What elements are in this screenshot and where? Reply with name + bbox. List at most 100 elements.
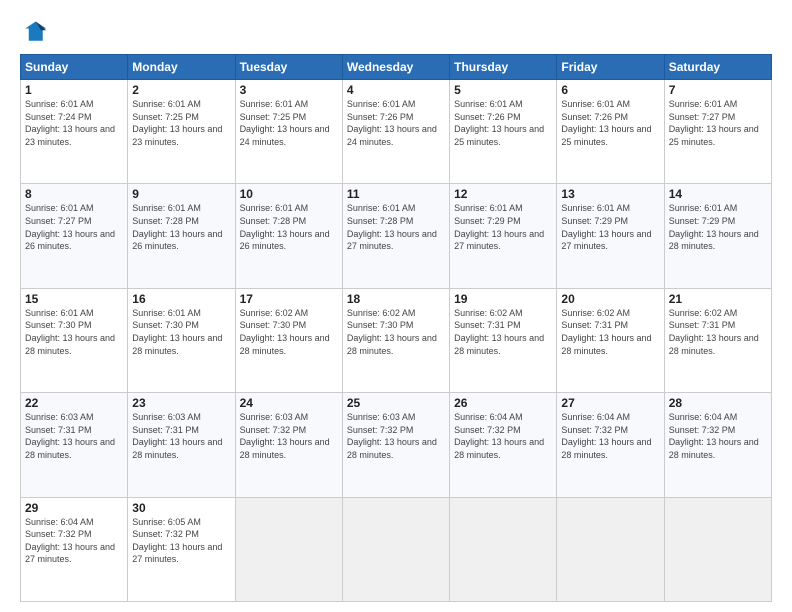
day-info: Sunrise: 6:02 AMSunset: 7:31 PMDaylight:… [454, 307, 552, 357]
calendar-cell: 29Sunrise: 6:04 AMSunset: 7:32 PMDayligh… [21, 497, 128, 601]
calendar-cell: 6Sunrise: 6:01 AMSunset: 7:26 PMDaylight… [557, 80, 664, 184]
calendar-cell: 23Sunrise: 6:03 AMSunset: 7:31 PMDayligh… [128, 393, 235, 497]
day-number: 30 [132, 501, 230, 515]
day-info: Sunrise: 6:02 AMSunset: 7:31 PMDaylight:… [561, 307, 659, 357]
day-info: Sunrise: 6:01 AMSunset: 7:27 PMDaylight:… [25, 202, 123, 252]
calendar-cell: 25Sunrise: 6:03 AMSunset: 7:32 PMDayligh… [342, 393, 449, 497]
week-row-3: 15Sunrise: 6:01 AMSunset: 7:30 PMDayligh… [21, 288, 772, 392]
day-number: 5 [454, 83, 552, 97]
day-info: Sunrise: 6:01 AMSunset: 7:26 PMDaylight:… [561, 98, 659, 148]
day-number: 19 [454, 292, 552, 306]
calendar-cell: 18Sunrise: 6:02 AMSunset: 7:30 PMDayligh… [342, 288, 449, 392]
calendar-cell [450, 497, 557, 601]
day-number: 26 [454, 396, 552, 410]
header-day-friday: Friday [557, 55, 664, 80]
calendar-cell: 22Sunrise: 6:03 AMSunset: 7:31 PMDayligh… [21, 393, 128, 497]
day-info: Sunrise: 6:01 AMSunset: 7:25 PMDaylight:… [240, 98, 338, 148]
day-info: Sunrise: 6:01 AMSunset: 7:24 PMDaylight:… [25, 98, 123, 148]
page: SundayMondayTuesdayWednesdayThursdayFrid… [0, 0, 792, 612]
day-info: Sunrise: 6:01 AMSunset: 7:26 PMDaylight:… [347, 98, 445, 148]
day-info: Sunrise: 6:01 AMSunset: 7:27 PMDaylight:… [669, 98, 767, 148]
day-info: Sunrise: 6:05 AMSunset: 7:32 PMDaylight:… [132, 516, 230, 566]
calendar-cell: 15Sunrise: 6:01 AMSunset: 7:30 PMDayligh… [21, 288, 128, 392]
calendar-cell [235, 497, 342, 601]
logo [20, 18, 52, 46]
day-number: 16 [132, 292, 230, 306]
day-number: 9 [132, 187, 230, 201]
day-info: Sunrise: 6:01 AMSunset: 7:29 PMDaylight:… [561, 202, 659, 252]
day-number: 1 [25, 83, 123, 97]
week-row-1: 1Sunrise: 6:01 AMSunset: 7:24 PMDaylight… [21, 80, 772, 184]
calendar-cell: 21Sunrise: 6:02 AMSunset: 7:31 PMDayligh… [664, 288, 771, 392]
day-info: Sunrise: 6:03 AMSunset: 7:31 PMDaylight:… [25, 411, 123, 461]
day-info: Sunrise: 6:04 AMSunset: 7:32 PMDaylight:… [454, 411, 552, 461]
day-info: Sunrise: 6:01 AMSunset: 7:28 PMDaylight:… [347, 202, 445, 252]
calendar-cell: 27Sunrise: 6:04 AMSunset: 7:32 PMDayligh… [557, 393, 664, 497]
day-number: 22 [25, 396, 123, 410]
header-day-tuesday: Tuesday [235, 55, 342, 80]
calendar-cell [342, 497, 449, 601]
calendar-cell: 12Sunrise: 6:01 AMSunset: 7:29 PMDayligh… [450, 184, 557, 288]
calendar-cell: 8Sunrise: 6:01 AMSunset: 7:27 PMDaylight… [21, 184, 128, 288]
calendar-cell: 9Sunrise: 6:01 AMSunset: 7:28 PMDaylight… [128, 184, 235, 288]
calendar-cell: 20Sunrise: 6:02 AMSunset: 7:31 PMDayligh… [557, 288, 664, 392]
day-info: Sunrise: 6:04 AMSunset: 7:32 PMDaylight:… [561, 411, 659, 461]
day-number: 3 [240, 83, 338, 97]
day-info: Sunrise: 6:01 AMSunset: 7:29 PMDaylight:… [454, 202, 552, 252]
day-number: 7 [669, 83, 767, 97]
calendar-cell: 10Sunrise: 6:01 AMSunset: 7:28 PMDayligh… [235, 184, 342, 288]
day-info: Sunrise: 6:02 AMSunset: 7:31 PMDaylight:… [669, 307, 767, 357]
calendar-cell: 1Sunrise: 6:01 AMSunset: 7:24 PMDaylight… [21, 80, 128, 184]
day-number: 20 [561, 292, 659, 306]
header-day-wednesday: Wednesday [342, 55, 449, 80]
header-row: SundayMondayTuesdayWednesdayThursdayFrid… [21, 55, 772, 80]
day-number: 2 [132, 83, 230, 97]
day-number: 13 [561, 187, 659, 201]
day-info: Sunrise: 6:03 AMSunset: 7:32 PMDaylight:… [240, 411, 338, 461]
header-day-monday: Monday [128, 55, 235, 80]
day-info: Sunrise: 6:01 AMSunset: 7:28 PMDaylight:… [240, 202, 338, 252]
calendar-table: SundayMondayTuesdayWednesdayThursdayFrid… [20, 54, 772, 602]
calendar-cell: 24Sunrise: 6:03 AMSunset: 7:32 PMDayligh… [235, 393, 342, 497]
day-info: Sunrise: 6:01 AMSunset: 7:29 PMDaylight:… [669, 202, 767, 252]
day-number: 6 [561, 83, 659, 97]
day-number: 12 [454, 187, 552, 201]
day-info: Sunrise: 6:01 AMSunset: 7:26 PMDaylight:… [454, 98, 552, 148]
day-number: 21 [669, 292, 767, 306]
calendar-cell: 13Sunrise: 6:01 AMSunset: 7:29 PMDayligh… [557, 184, 664, 288]
day-info: Sunrise: 6:02 AMSunset: 7:30 PMDaylight:… [240, 307, 338, 357]
day-number: 24 [240, 396, 338, 410]
week-row-4: 22Sunrise: 6:03 AMSunset: 7:31 PMDayligh… [21, 393, 772, 497]
day-number: 23 [132, 396, 230, 410]
day-info: Sunrise: 6:01 AMSunset: 7:30 PMDaylight:… [132, 307, 230, 357]
day-number: 11 [347, 187, 445, 201]
calendar-cell [557, 497, 664, 601]
calendar-cell: 17Sunrise: 6:02 AMSunset: 7:30 PMDayligh… [235, 288, 342, 392]
header-day-sunday: Sunday [21, 55, 128, 80]
header-day-saturday: Saturday [664, 55, 771, 80]
day-info: Sunrise: 6:04 AMSunset: 7:32 PMDaylight:… [669, 411, 767, 461]
calendar-cell: 19Sunrise: 6:02 AMSunset: 7:31 PMDayligh… [450, 288, 557, 392]
day-info: Sunrise: 6:03 AMSunset: 7:31 PMDaylight:… [132, 411, 230, 461]
calendar-cell: 2Sunrise: 6:01 AMSunset: 7:25 PMDaylight… [128, 80, 235, 184]
calendar-cell: 30Sunrise: 6:05 AMSunset: 7:32 PMDayligh… [128, 497, 235, 601]
day-number: 27 [561, 396, 659, 410]
calendar-cell: 26Sunrise: 6:04 AMSunset: 7:32 PMDayligh… [450, 393, 557, 497]
day-info: Sunrise: 6:01 AMSunset: 7:30 PMDaylight:… [25, 307, 123, 357]
day-number: 29 [25, 501, 123, 515]
day-info: Sunrise: 6:03 AMSunset: 7:32 PMDaylight:… [347, 411, 445, 461]
day-number: 17 [240, 292, 338, 306]
week-row-2: 8Sunrise: 6:01 AMSunset: 7:27 PMDaylight… [21, 184, 772, 288]
calendar-cell: 4Sunrise: 6:01 AMSunset: 7:26 PMDaylight… [342, 80, 449, 184]
calendar-cell: 28Sunrise: 6:04 AMSunset: 7:32 PMDayligh… [664, 393, 771, 497]
day-info: Sunrise: 6:01 AMSunset: 7:25 PMDaylight:… [132, 98, 230, 148]
day-number: 10 [240, 187, 338, 201]
day-info: Sunrise: 6:02 AMSunset: 7:30 PMDaylight:… [347, 307, 445, 357]
day-number: 18 [347, 292, 445, 306]
calendar-cell: 11Sunrise: 6:01 AMSunset: 7:28 PMDayligh… [342, 184, 449, 288]
calendar-cell: 16Sunrise: 6:01 AMSunset: 7:30 PMDayligh… [128, 288, 235, 392]
day-number: 15 [25, 292, 123, 306]
calendar-cell: 14Sunrise: 6:01 AMSunset: 7:29 PMDayligh… [664, 184, 771, 288]
calendar-cell: 3Sunrise: 6:01 AMSunset: 7:25 PMDaylight… [235, 80, 342, 184]
day-info: Sunrise: 6:01 AMSunset: 7:28 PMDaylight:… [132, 202, 230, 252]
